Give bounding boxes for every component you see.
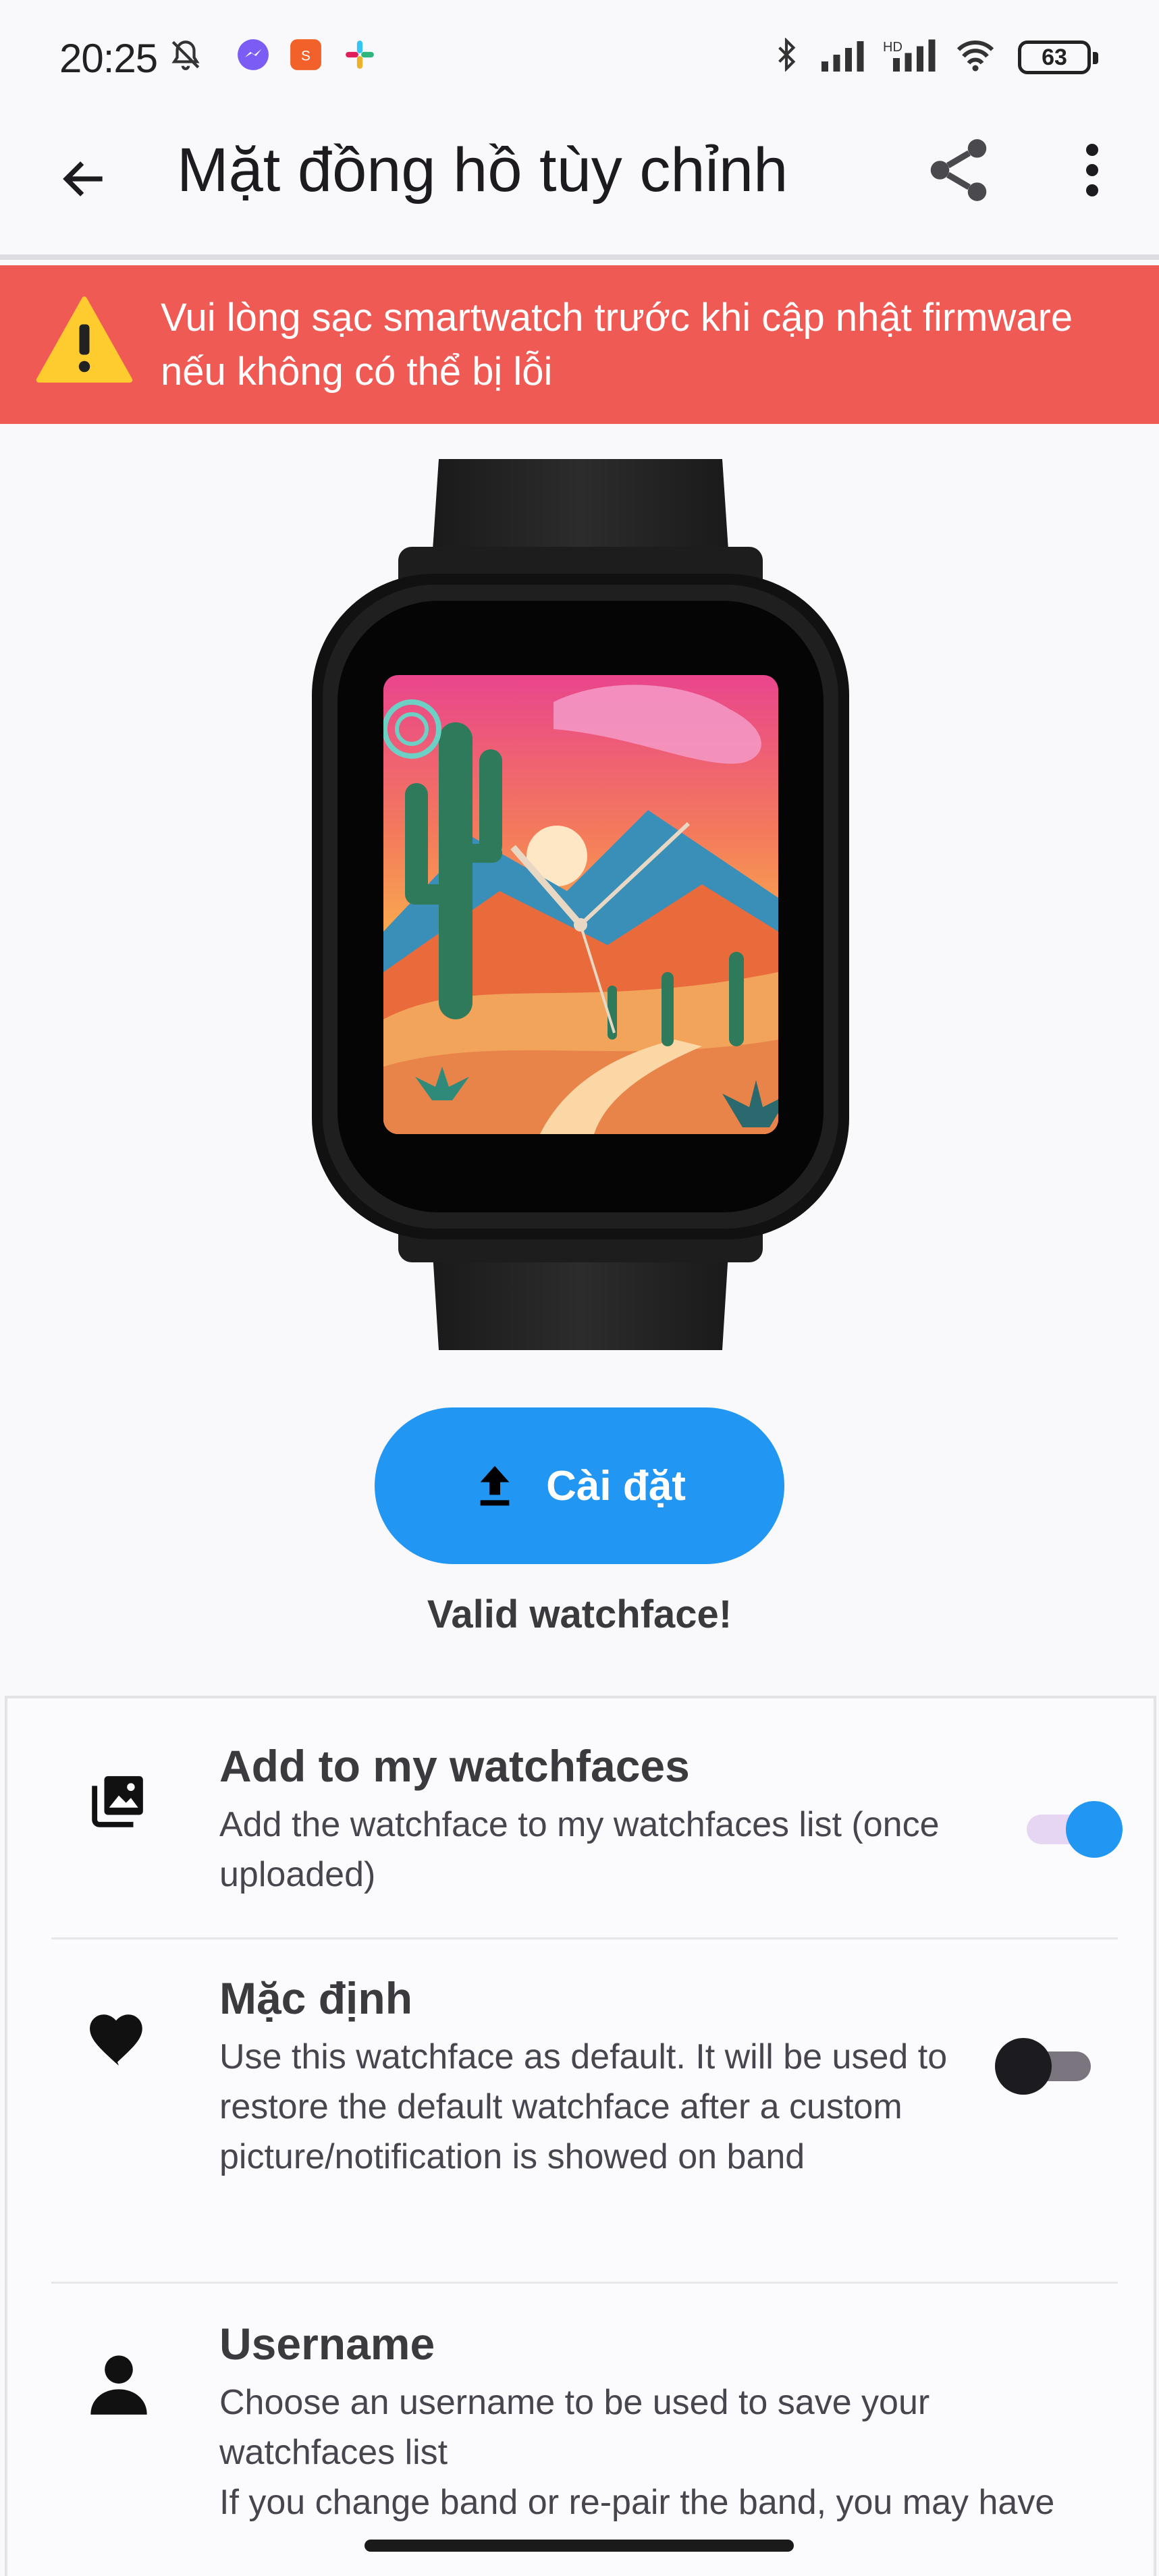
shopee-icon: S [290, 39, 321, 70]
divider [51, 1937, 1118, 1939]
status-bar: 20:25 S HD 63 [0, 0, 1159, 115]
setting-add-to-watchfaces: Add to my watchfaces Add the watchface t… [7, 1698, 1159, 1948]
warning-banner: Vui lòng sạc smartwatch trước khi cập nh… [0, 265, 1159, 424]
setting-description: Choose an username to be used to save yo… [219, 2383, 930, 2472]
upload-icon [480, 1466, 510, 1506]
add-to-watchfaces-switch[interactable] [1021, 1801, 1123, 1858]
messenger-icon [238, 39, 269, 70]
back-button[interactable] [47, 142, 122, 216]
setting-description: Add the watchface to my watchfaces list … [219, 1805, 940, 1894]
divider [51, 2282, 1118, 2284]
more-vert-icon [1086, 144, 1098, 196]
share-icon [930, 139, 987, 201]
more-options-button[interactable] [1058, 130, 1126, 211]
setting-title: Mặc định [219, 1973, 413, 2023]
setting-username: Username Choose an username to be used t… [7, 2284, 1159, 2576]
share-button[interactable] [918, 130, 999, 211]
page-title: Mặt đồng hồ tùy chỉnh [177, 136, 788, 205]
setting-description: Use this watchface as default. It will b… [219, 2037, 948, 2176]
wifi-icon [956, 41, 994, 72]
person-icon [82, 2346, 156, 2421]
warning-text: Vui lòng sạc smartwatch trước khi cập nh… [161, 296, 1073, 394]
default-watchface-switch[interactable] [995, 2038, 1096, 2095]
warning-triangle-icon [36, 296, 133, 383]
photo-library-icon [82, 1763, 156, 1837]
battery-indicator: 63 [1018, 41, 1098, 74]
setting-default: Mặc định Use this watchface as default. … [7, 1940, 1159, 2284]
home-indicator[interactable] [365, 2540, 794, 2552]
app-bar: Mặt đồng hồ tùy chỉnh [0, 115, 1159, 260]
slack-icon [346, 41, 374, 69]
setting-title: Username [219, 2319, 435, 2369]
svg-text:HD: HD [883, 40, 902, 55]
settings-card: Add to my watchfaces Add the watchface t… [5, 1696, 1156, 2576]
validation-status: Valid watchface! [427, 1592, 732, 1636]
signal-icon [821, 41, 864, 72]
bluetooth-icon [778, 38, 796, 72]
install-button[interactable]: Cài đặt [375, 1407, 784, 1564]
heart-icon [82, 2001, 156, 2075]
install-label: Cài đặt [546, 1462, 686, 1509]
setting-title: Add to my watchfaces [219, 1741, 690, 1791]
watchface-preview [312, 459, 849, 1350]
svg-text:S: S [301, 48, 311, 63]
arrow-back-icon [63, 161, 103, 196]
bell-off-icon [171, 41, 200, 70]
status-time: 20:25 [59, 36, 158, 81]
setting-description-continued: If you change band or re-pair the band, … [219, 2483, 1055, 2522]
signal-hd-icon: HD [883, 39, 936, 72]
